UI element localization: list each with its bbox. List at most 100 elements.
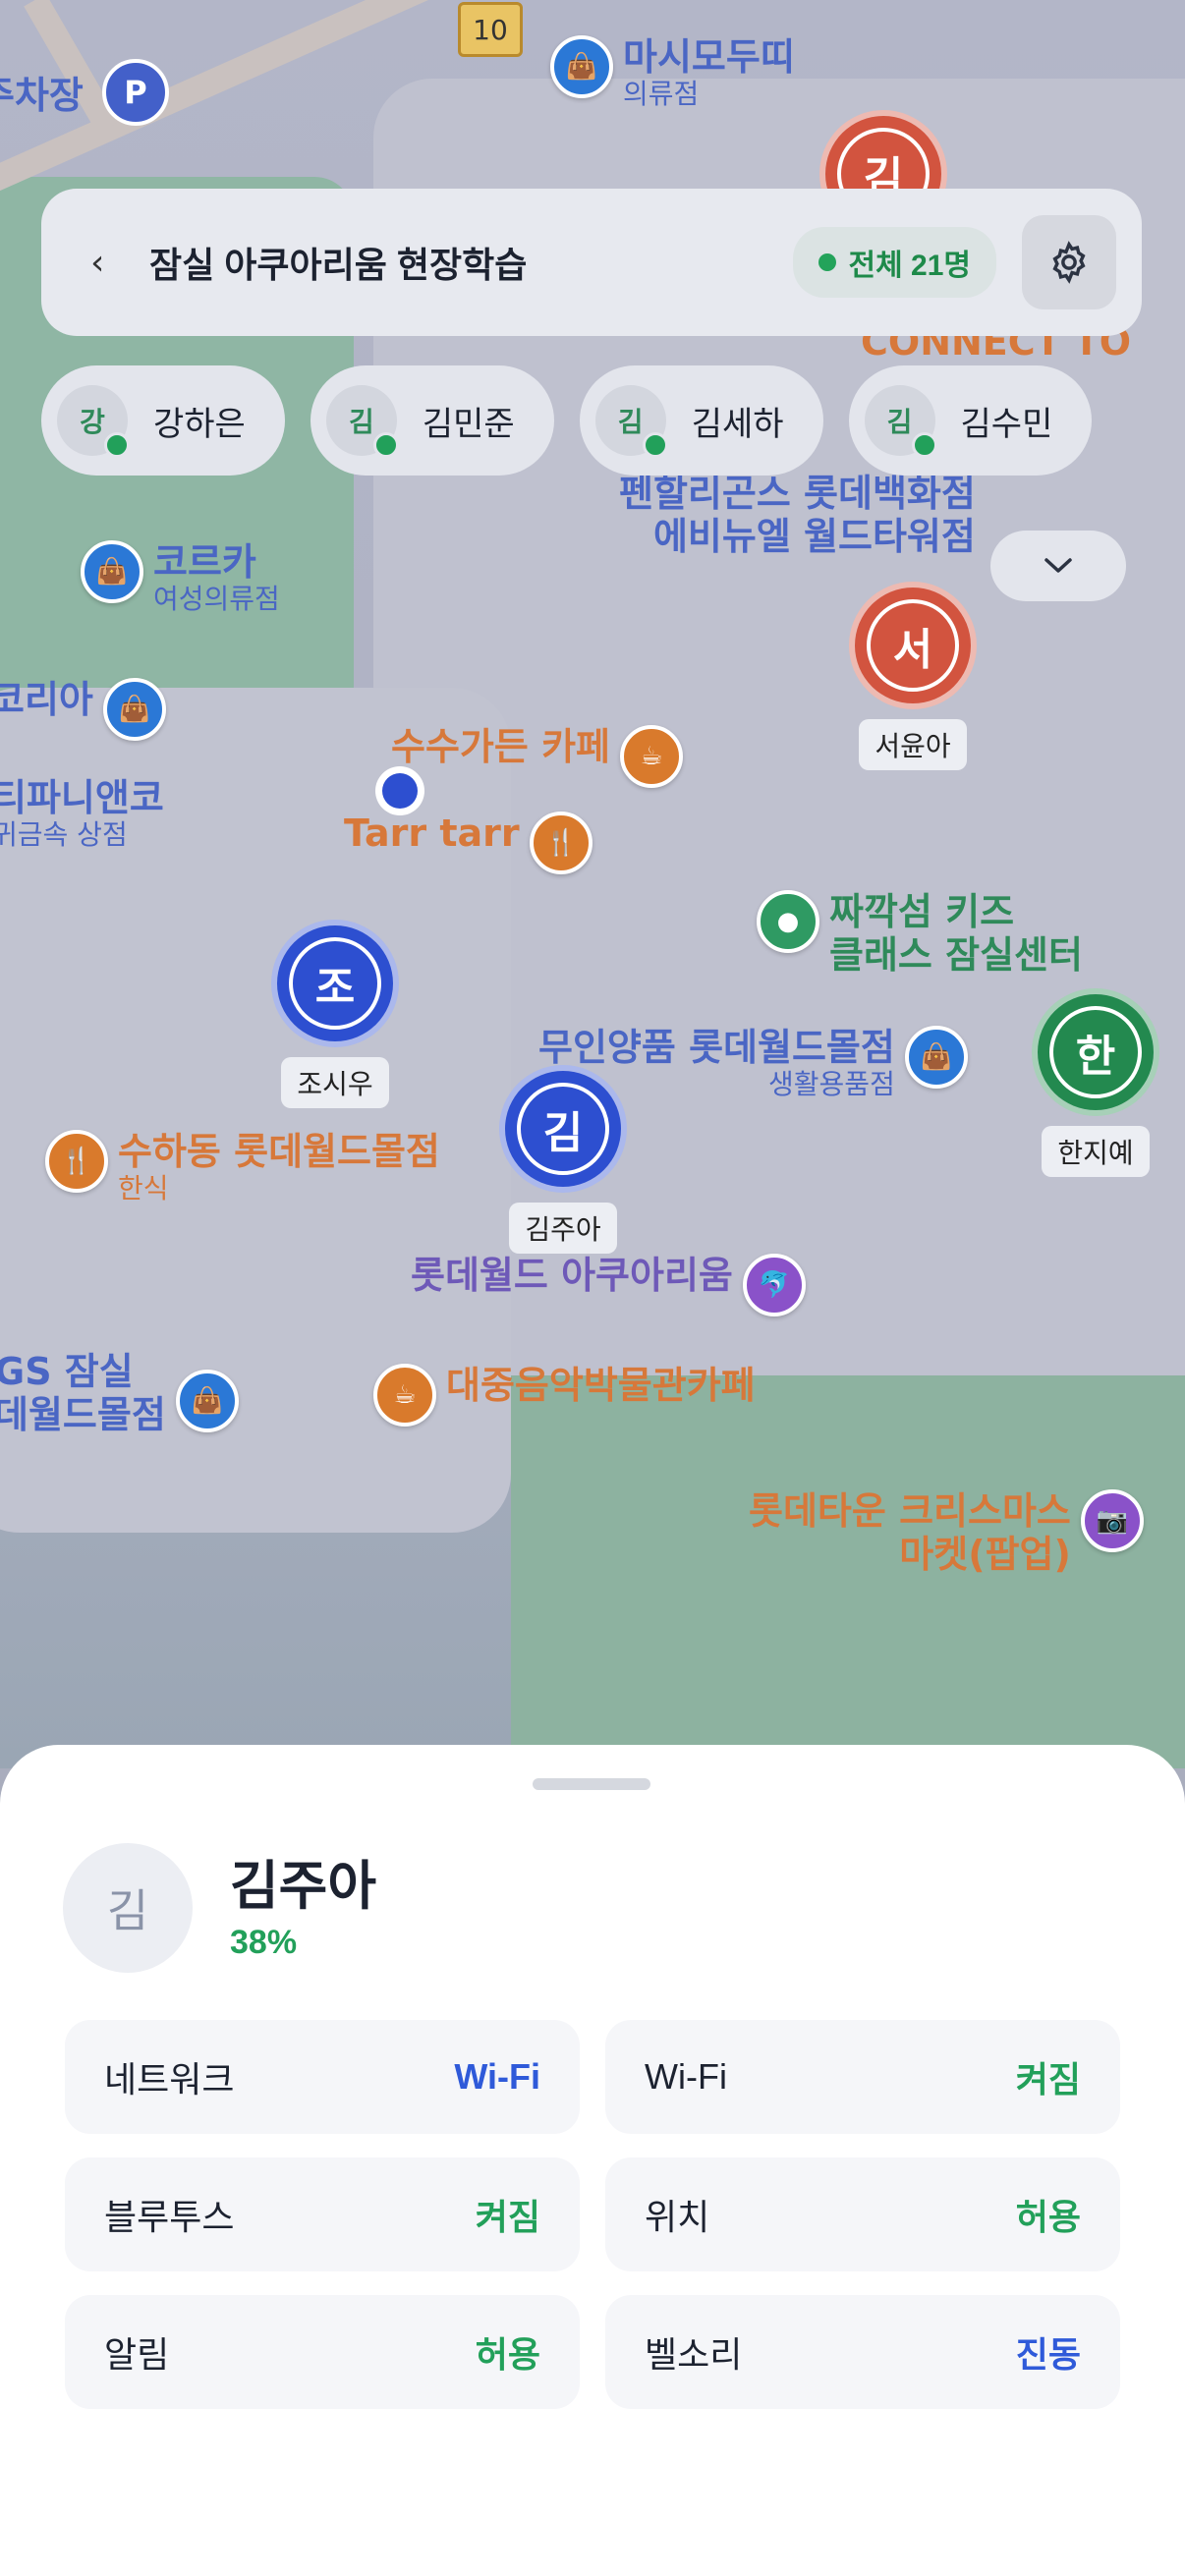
status-value: 허용: [1015, 2197, 1081, 2237]
device-status-grid: 네트워크 Wi-Fi Wi-Fi 켜짐 블루투스 켜짐 위치 허용 알림 허용 벨소리 진동: [65, 2020, 1120, 2409]
student-chip[interactable]: 김 김민준: [310, 365, 554, 476]
poi-name-line2: 데월드몰점: [0, 1393, 166, 1436]
poi-gs[interactable]: 👜 GS 잠실 데월드몰점: [0, 1350, 239, 1436]
status-notification: 알림 허용: [65, 2295, 580, 2409]
poi-korea[interactable]: 👜 코리아: [0, 678, 166, 741]
poi-name: 마시모두띠: [623, 35, 795, 79]
poi-name: GS 잠실: [0, 1350, 134, 1393]
student-chip[interactable]: 강 강하은: [41, 365, 285, 476]
status-label: 위치: [645, 2197, 710, 2237]
poi-tarr-tarr[interactable]: 🍴 Tarr tarr: [344, 812, 592, 874]
poi-name: 펜할리곤스 롯데백화점: [619, 472, 976, 515]
poi-christmas-market[interactable]: 📷 롯데타운 크리스마스 마켓(팝업): [749, 1489, 1144, 1576]
shopping-bag-icon: 👜: [550, 35, 613, 98]
status-value: 켜짐: [475, 2197, 540, 2237]
poi-suhadong[interactable]: 🍴 수하동 롯데월드몰점 한식: [45, 1130, 440, 1204]
coffee-cup-icon: ☕: [373, 1364, 436, 1427]
poi-category: 의류점: [623, 78, 700, 110]
student-name: 강하은: [153, 405, 246, 443]
poi-name: 코르카: [153, 540, 256, 584]
poi-category: 여성의류점: [153, 583, 280, 615]
marker-initial: 한: [1049, 1006, 1142, 1098]
status-label: 알림: [104, 2334, 170, 2375]
avatar-initial: 김: [617, 406, 644, 438]
poi-category: 한식: [118, 1172, 169, 1204]
marker-initial: 김: [517, 1083, 609, 1175]
avatar-initial: 강: [80, 406, 105, 438]
status-label: 블루투스: [104, 2197, 235, 2237]
poi-susu-garden[interactable]: ☕ 수수가든 카페: [391, 725, 683, 788]
shopping-bag-icon: 👜: [175, 1370, 239, 1432]
online-dot-icon: [642, 432, 668, 458]
avatar: 김: [864, 385, 937, 458]
poi-korca[interactable]: 👜 코르카 여성의류점: [81, 540, 280, 615]
status-value: 허용: [475, 2334, 540, 2375]
battery-percent: 38%: [230, 1923, 298, 1961]
poi-kids-class[interactable]: ● 짜깍섬 키즈 클래스 잠실센터: [757, 890, 1083, 977]
road-number-sign: 10: [458, 2, 523, 57]
status-value: 진동: [1015, 2334, 1081, 2375]
chevron-left-icon[interactable]: ‹: [90, 243, 140, 283]
avatar: 김: [63, 1843, 193, 1973]
poi-penhaligons[interactable]: 펜할리곤스 롯데백화점 에비뉴엘 월드타워점: [619, 472, 976, 558]
poi-massimo[interactable]: 👜 마시모두띠 의류점: [550, 35, 795, 110]
poi-aquarium[interactable]: 🐬 롯데월드 아쿠아리움: [411, 1254, 806, 1316]
sheet-grabber[interactable]: [533, 1778, 650, 1790]
poi-category: 귀금속 상점: [0, 818, 128, 851]
member-count-badge: 전체 21명: [793, 227, 996, 298]
member-count: 전체 21명: [848, 250, 971, 282]
poi-name: 대중음악박물관카페: [446, 1364, 756, 1407]
poi-name: 무인양품 롯데월드몰점: [538, 1026, 895, 1069]
poi-name: 수하동 롯데월드몰점: [118, 1130, 440, 1173]
avatar-initial: 김: [886, 406, 913, 438]
student-chip[interactable]: 김 김수민: [848, 365, 1093, 476]
student-name: 김세하: [691, 405, 784, 443]
fork-knife-icon: 🍴: [529, 812, 592, 874]
student-marker-pin: 서: [849, 582, 977, 709]
student-marker-pin: 조: [271, 920, 399, 1047]
status-ringtone: 벨소리 진동: [605, 2295, 1120, 2409]
student-detail-sheet: 김 김주아 38% 네트워크 Wi-Fi Wi-Fi 켜짐 블루투스 켜짐 위치 허용 …: [0, 1745, 1185, 2576]
current-location-dot: [375, 766, 424, 815]
parking-icon[interactable]: P: [102, 59, 169, 126]
student-marker-pin: 김: [499, 1065, 627, 1193]
status-location: 위치 허용: [605, 2157, 1120, 2271]
avatar: 김: [594, 385, 668, 458]
poi-name: 롯데타운 크리스마스: [749, 1489, 1071, 1533]
gear-icon: [1052, 241, 1086, 284]
poi-music-museum-cafe[interactable]: ☕ 대중음악박물관카페: [373, 1364, 756, 1427]
student-marker[interactable]: 서 서윤아: [849, 582, 977, 770]
student-profile: 김 김주아 38%: [63, 1843, 376, 1973]
student-marker[interactable]: 김 김주아: [499, 1065, 627, 1254]
shopping-bag-icon: 👜: [81, 540, 143, 603]
settings-button[interactable]: [1022, 215, 1116, 309]
page-title: 잠실 아쿠아리움 현장학습: [149, 245, 528, 285]
poi-name: Tarr tarr: [344, 812, 520, 855]
student-name: 김수민: [960, 405, 1053, 443]
poi-tiffany[interactable]: 티파니앤코 귀금속 상점: [0, 776, 164, 851]
status-network: 네트워크 Wi-Fi: [65, 2020, 580, 2134]
student-marker[interactable]: 한 한지예: [1032, 988, 1159, 1177]
status-label: 네트워크: [104, 2059, 235, 2100]
poi-name: 짜깍섬 키즈: [829, 890, 1015, 933]
student-chip[interactable]: 김 김세하: [579, 365, 823, 476]
shopping-bag-icon: 👜: [102, 678, 166, 741]
online-dot-icon: [104, 432, 130, 458]
status-value: 켜짐: [1015, 2059, 1081, 2100]
status-wifi: Wi-Fi 켜짐: [605, 2020, 1120, 2134]
online-dot-icon: [818, 253, 837, 271]
online-dot-icon: [911, 432, 937, 458]
status-label: Wi-Fi: [645, 2056, 727, 2097]
poi-name-line2: 에비뉴엘 월드타워점: [652, 515, 976, 558]
avatar-initial: 김: [348, 406, 374, 438]
expand-list-button[interactable]: [990, 531, 1126, 601]
dolphin-icon: 🐬: [742, 1254, 806, 1316]
marker-name: 서윤아: [859, 719, 967, 770]
status-label: 벨소리: [645, 2334, 743, 2375]
student-marker[interactable]: 조 조시우: [271, 920, 399, 1108]
chevron-down-icon: [1044, 558, 1072, 573]
student-name: 김주아: [230, 1856, 377, 1916]
place-dot-icon: ●: [757, 890, 819, 953]
student-name: 김민준: [422, 405, 515, 443]
road-number: 10: [473, 13, 508, 46]
